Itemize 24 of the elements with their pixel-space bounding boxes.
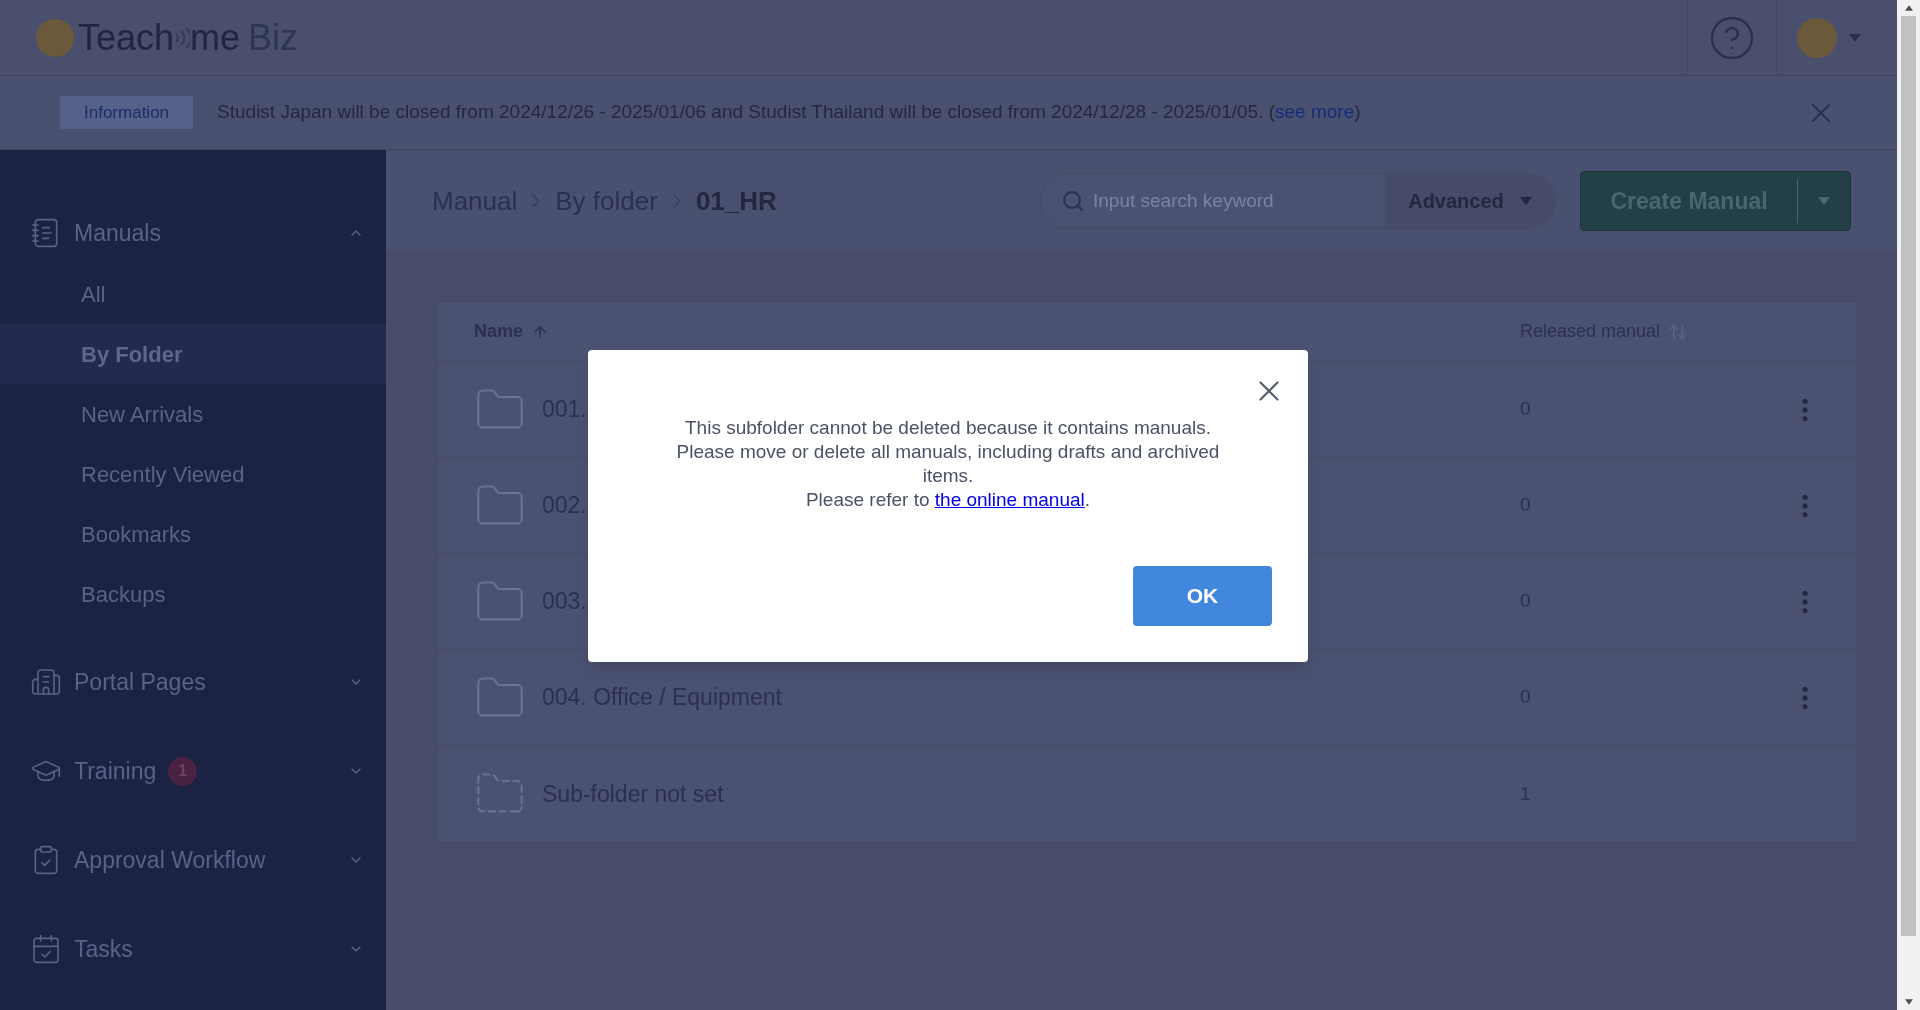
sidebar-item[interactable]: Backups [0,564,386,624]
avatar[interactable] [1797,17,1837,58]
caret-icon [1849,33,1861,42]
ok-button[interactable]: OK [1133,566,1272,626]
information-tag: Information [60,95,194,130]
sidebar-section[interactable]: Tasks [0,918,386,980]
sidebar-item[interactable]: Recently Viewed [0,444,386,504]
scroll-down-icon [1904,998,1913,1006]
online-manual-link[interactable]: the online manual [934,489,1085,510]
dialog-message: This subfolder cannot be deleted because it contains manuals. Please move or delete all manuals, including drafts and archived items. Please refer to the online manual. [675,416,1221,512]
sidebar-item[interactable]: Bookmarks [0,504,386,564]
scrollbar[interactable] [1897,0,1920,1010]
sidebar-section[interactable]: Portal Pages [0,651,386,713]
search-icon [1061,189,1085,213]
portal-icon [30,666,62,698]
sidebar-item[interactable]: All [0,264,386,324]
scroll-up-icon [1904,4,1913,12]
sidebar-section[interactable]: Manuals [0,202,386,264]
tasks-icon [30,933,62,965]
caret-icon [1818,197,1830,205]
sidebar-section[interactable]: Approval Workflow [0,829,386,891]
caret-icon [1519,197,1532,205]
sidebar-item[interactable]: New Arrivals [0,384,386,444]
sidebar-item[interactable]: By Folder [0,324,386,384]
